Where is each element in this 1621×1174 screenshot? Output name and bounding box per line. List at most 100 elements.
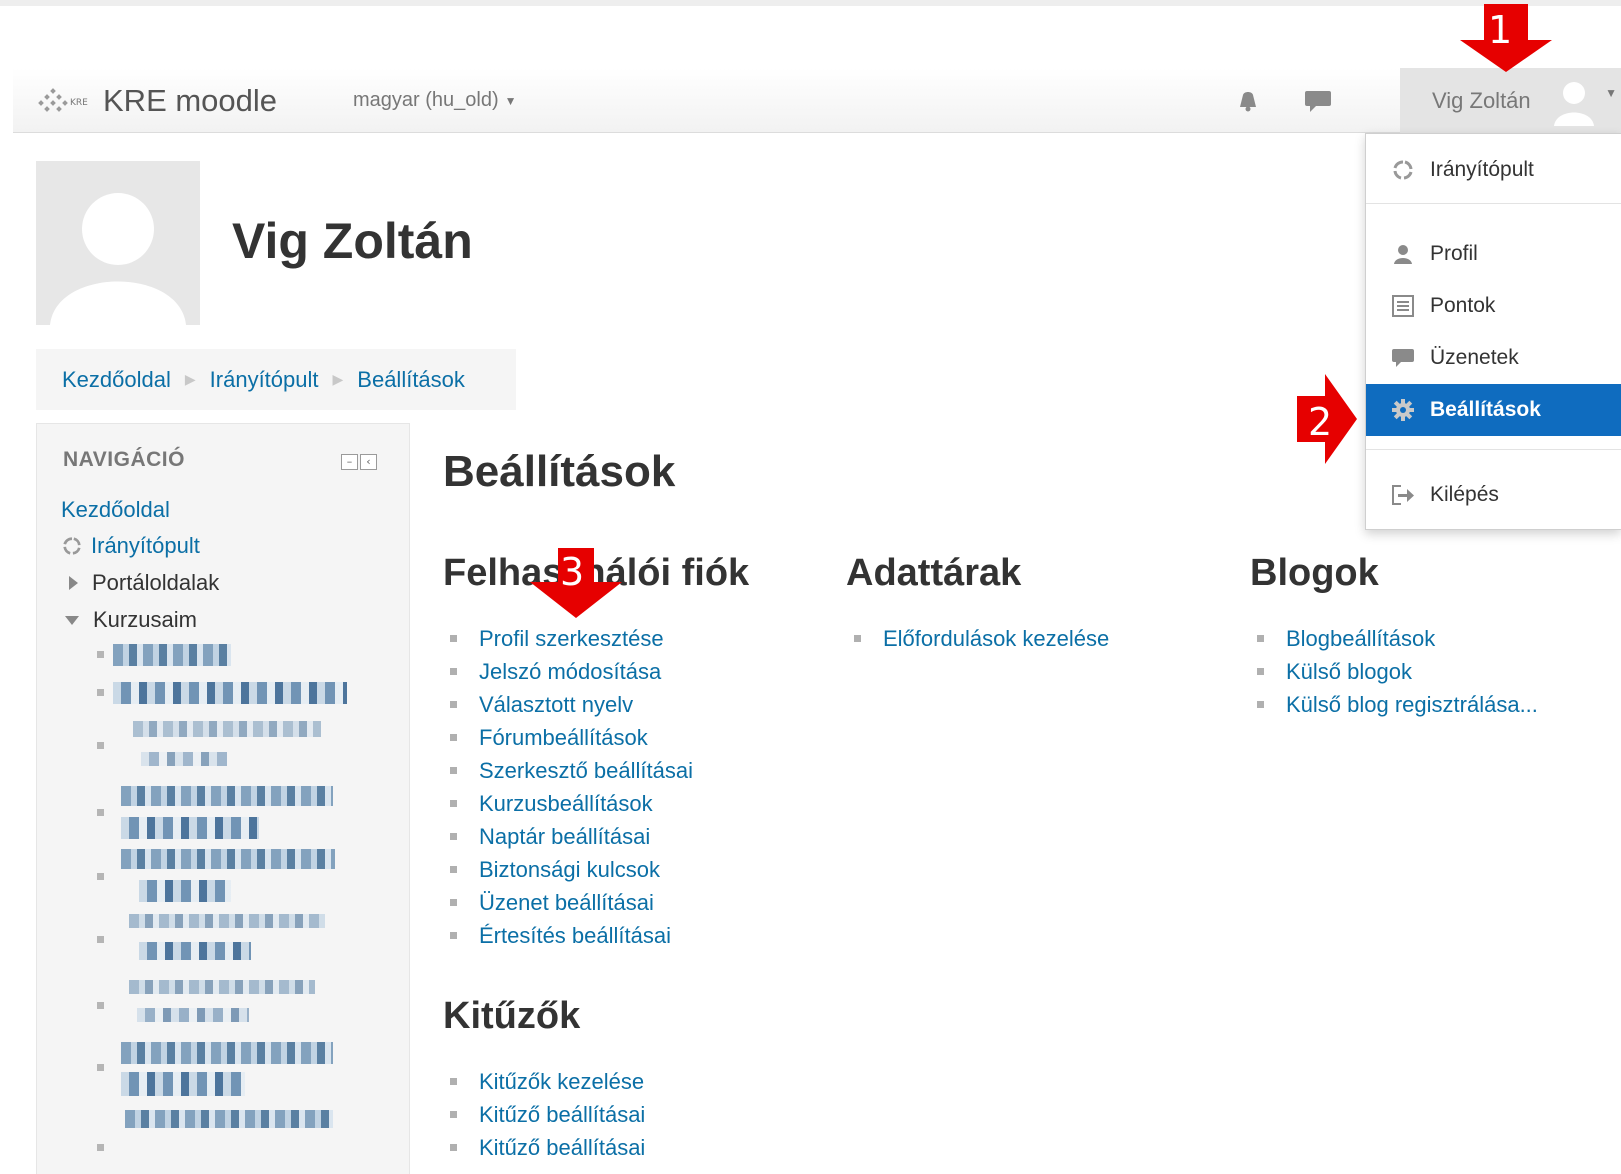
list-bullet (97, 1002, 104, 1009)
grades-icon (1388, 291, 1418, 321)
menu-item-profile[interactable]: Profil (1366, 228, 1621, 280)
breadcrumb-preferences[interactable]: Beállítások (357, 367, 465, 393)
menu-divider (1366, 203, 1621, 204)
profile-picture (36, 161, 200, 325)
nav-site-pages[interactable]: Portáloldalak (69, 570, 219, 596)
breadcrumb-home[interactable]: Kezdőoldal (62, 367, 171, 393)
link-manage-instances[interactable]: Előfordulások kezelése (883, 626, 1109, 652)
list-bullet (97, 651, 104, 658)
redacted-course[interactable] (129, 980, 315, 994)
user-menu-toggle[interactable]: Vig Zoltán ▼ (1400, 68, 1621, 133)
nav-dashboard-link[interactable]: Irányítópult (61, 533, 200, 559)
menu-item-messages[interactable]: Üzenetek (1366, 332, 1621, 384)
list-item: Jelszó módosítása (444, 655, 693, 688)
menu-item-grades[interactable]: Pontok (1366, 280, 1621, 332)
menu-item-logout[interactable]: Kilépés (1366, 469, 1621, 521)
block-controls: – ‹ (341, 454, 377, 470)
link-forum-preferences[interactable]: Fórumbeállítások (479, 725, 648, 751)
list-bullet (97, 809, 104, 816)
link-register-external-blog[interactable]: Külső blog regisztrálása... (1286, 692, 1538, 718)
redacted-course[interactable] (125, 1110, 333, 1128)
list-item: Kitűző beállításai (444, 1131, 645, 1164)
user-dropdown-menu: Irányítópult Profil Pontok Üzenetek Beál… (1365, 133, 1621, 530)
user-icon (1388, 239, 1418, 269)
list-item: Külső blog regisztrálása... (1251, 688, 1538, 721)
link-message-preferences[interactable]: Üzenet beállításai (479, 890, 654, 916)
link-notification-preferences[interactable]: Értesítés beállításai (479, 923, 671, 949)
list-bullet (97, 1064, 104, 1071)
list-item: Üzenet beállításai (444, 886, 693, 919)
link-calendar-preferences[interactable]: Naptár beállításai (479, 824, 650, 850)
list-bullet (97, 689, 104, 696)
redacted-course[interactable] (113, 682, 347, 704)
breadcrumb-separator-icon: ▶ (332, 371, 344, 387)
breadcrumb-dashboard[interactable]: Irányítópult (210, 367, 319, 393)
redacted-course[interactable] (121, 1042, 333, 1064)
annotation-number-1: 1 (1488, 8, 1513, 52)
list-item: Kitűző beállításai (444, 1098, 645, 1131)
brand[interactable]: KRE KRE moodle (37, 76, 277, 126)
link-manage-badges[interactable]: Kitűzők kezelése (479, 1069, 644, 1095)
redacted-course-line (121, 1072, 245, 1096)
expand-icon (69, 576, 78, 590)
link-change-password[interactable]: Jelszó módosítása (479, 659, 661, 685)
brand-name: KRE moodle (103, 83, 278, 118)
link-badge-preferences[interactable]: Kitűző beállításai (479, 1102, 645, 1128)
annotation-number-3: 3 (560, 550, 585, 594)
list-item: Blogbeállítások (1251, 622, 1538, 655)
nav-home-link[interactable]: Kezdőoldal (61, 497, 170, 523)
redacted-course[interactable] (121, 849, 335, 869)
link-preferred-language[interactable]: Választott nyelv (479, 692, 633, 718)
menu-item-label: Beállítások (1430, 398, 1541, 421)
dock-block-icon[interactable]: ‹ (360, 454, 377, 470)
avatar (1550, 76, 1598, 126)
nav-my-courses[interactable]: Kurzusaim (65, 607, 197, 633)
menu-item-label: Profil (1430, 242, 1478, 265)
redacted-course[interactable] (113, 644, 231, 666)
messages-icon[interactable] (1293, 68, 1343, 133)
link-external-blogs[interactable]: Külső blogok (1286, 659, 1412, 685)
page-heading: Beállítások (443, 447, 676, 496)
link-blog-preferences[interactable]: Blogbeállítások (1286, 626, 1435, 652)
badges-links: Kitűzők kezelése Kitűző beállításai Kitű… (444, 1065, 645, 1164)
notifications-icon[interactable] (1223, 68, 1273, 133)
menu-item-label: Irányítópult (1430, 158, 1534, 181)
list-bullet (97, 1144, 104, 1151)
dashboard-icon (1388, 155, 1418, 185)
logo-letters: KRE (70, 98, 88, 108)
redacted-course[interactable] (133, 721, 321, 737)
navigation-title: NAVIGÁCIÓ (63, 448, 185, 471)
list-item: Előfordulások kezelése (848, 622, 1109, 655)
nav-site-pages-label: Portáloldalak (92, 570, 220, 595)
list-bullet (97, 873, 104, 880)
blogs-links: Blogbeállítások Külső blogok Külső blog … (1251, 622, 1538, 721)
list-item: Külső blogok (1251, 655, 1538, 688)
list-item: Kurzusbeállítások (444, 787, 693, 820)
link-edit-profile[interactable]: Profil szerkesztése (479, 626, 664, 652)
collapse-block-icon[interactable]: – (341, 454, 358, 470)
redacted-course[interactable] (121, 786, 333, 806)
logout-icon (1388, 480, 1418, 510)
link-badge-preferences-2[interactable]: Kitűző beállításai (479, 1135, 645, 1161)
list-item: Biztonsági kulcsok (444, 853, 693, 886)
list-item: Fórumbeállítások (444, 721, 693, 754)
nav-dashboard-label[interactable]: Irányítópult (91, 533, 200, 559)
list-item: Értesítés beállításai (444, 919, 693, 952)
menu-item-preferences[interactable]: Beállítások (1366, 384, 1621, 436)
list-item: Naptár beállításai (444, 820, 693, 853)
section-heading-repositories: Adattárak (846, 552, 1022, 594)
language-selector[interactable]: magyar (hu_old) ▼ (353, 68, 517, 133)
navbar: KRE KRE moodle magyar (hu_old) ▼ Vig Zol… (13, 68, 1621, 133)
link-course-preferences[interactable]: Kurzusbeállítások (479, 791, 653, 817)
link-editor-preferences[interactable]: Szerkesztő beállításai (479, 758, 693, 784)
top-strip (0, 0, 1621, 6)
chevron-down-icon: ▼ (1605, 86, 1617, 100)
section-heading-badges: Kitűzők (443, 995, 581, 1037)
redacted-course[interactable] (129, 914, 325, 928)
messages-icon (1388, 343, 1418, 373)
link-security-keys[interactable]: Biztonsági kulcsok (479, 857, 660, 883)
menu-item-label: Üzenetek (1430, 346, 1519, 369)
menu-item-dashboard[interactable]: Irányítópult (1366, 144, 1621, 196)
list-item: Választott nyelv (444, 688, 693, 721)
page-title-user-name: Vig Zoltán (232, 213, 473, 269)
